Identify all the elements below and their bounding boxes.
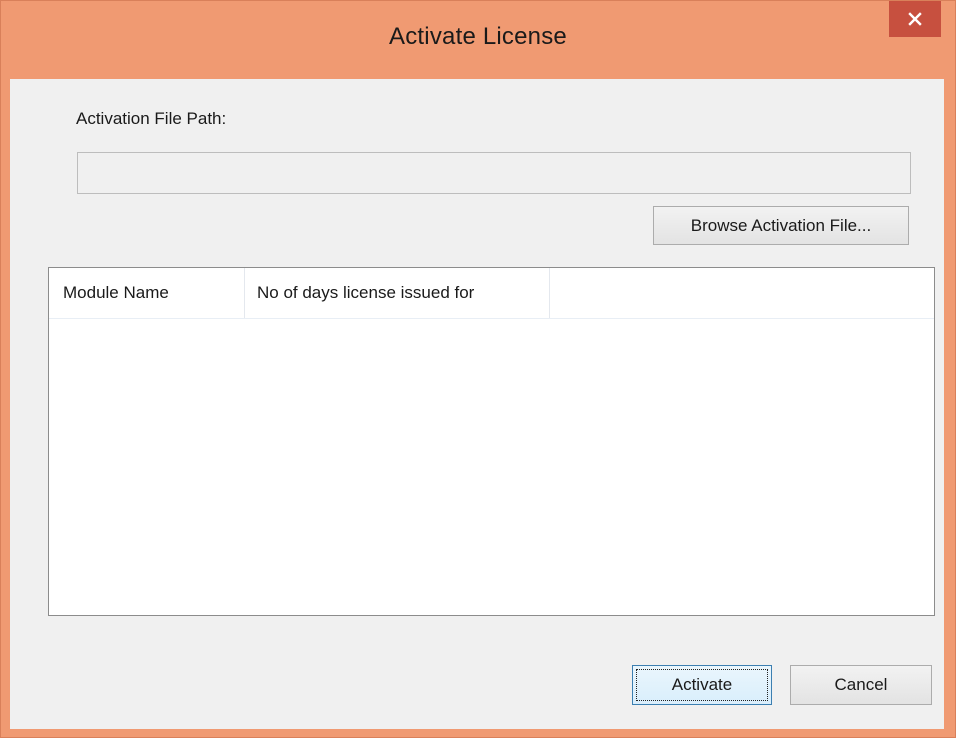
title-bar[interactable]: Activate License xyxy=(1,1,955,79)
list-header: Module Name No of days license issued fo… xyxy=(49,268,934,319)
browse-activation-file-button[interactable]: Browse Activation File... xyxy=(653,206,909,245)
column-header-module-name[interactable]: Module Name xyxy=(49,268,245,318)
close-icon xyxy=(908,12,922,26)
module-list[interactable]: Module Name No of days license issued fo… xyxy=(48,267,935,616)
dialog-body: Activation File Path: Browse Activation … xyxy=(10,79,944,729)
activation-file-path-input[interactable] xyxy=(77,152,911,194)
cancel-button[interactable]: Cancel xyxy=(790,665,932,705)
activation-file-path-label: Activation File Path: xyxy=(76,109,227,128)
window-title: Activate License xyxy=(389,23,567,50)
close-button[interactable] xyxy=(889,1,941,37)
activate-button[interactable]: Activate xyxy=(632,665,772,705)
column-header-days-issued[interactable]: No of days license issued for xyxy=(245,268,550,318)
activate-button-label: Activate xyxy=(671,675,733,694)
activate-license-dialog: Activate License Activation File Path: B… xyxy=(0,0,956,738)
